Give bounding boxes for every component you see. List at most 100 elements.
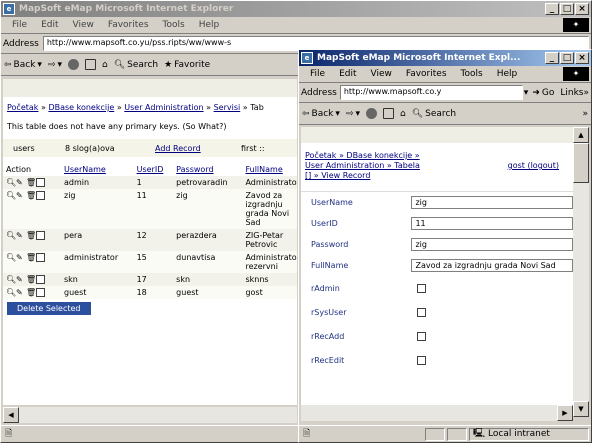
breadcrumb-line1[interactable]: Početak » DBase konekcije » <box>305 151 569 161</box>
fullname-field[interactable]: Zavod za izgradnju grada Novi Sad <box>411 259 573 272</box>
col-username[interactable]: UserName <box>61 163 134 176</box>
minimize-button[interactable]: _ <box>545 52 559 64</box>
front-address-bar: Address http://www.mapsoft.co.y ▾ ➜ Go L… <box>299 83 591 103</box>
chevron-right-icon[interactable]: » <box>582 109 588 119</box>
edit-icon[interactable]: ✎ <box>16 275 24 284</box>
view-icon[interactable]: 🔍︎ <box>6 231 16 240</box>
maximize-button[interactable]: □ <box>560 3 574 15</box>
menu-help[interactable]: Help <box>199 20 220 30</box>
front-vertical-scrollbar[interactable]: ▲ ▼ <box>573 127 589 417</box>
home-icon[interactable]: ⌂ <box>102 60 108 70</box>
forward-button[interactable]: ⇨ ▾ <box>346 109 360 119</box>
delete-icon[interactable]: 🗑︎ <box>26 191 36 200</box>
rrecedit-checkbox[interactable] <box>417 355 426 365</box>
stop-icon[interactable] <box>366 108 378 119</box>
menu-edit[interactable]: Edit <box>41 20 58 30</box>
menu-tools[interactable]: Tools <box>461 69 483 79</box>
col-userid[interactable]: UserID <box>134 163 174 176</box>
breadcrumb-dbase[interactable]: DBase konekcije <box>48 103 114 112</box>
row-checkbox[interactable] <box>36 178 45 187</box>
edit-icon[interactable]: ✎ <box>16 191 24 200</box>
breadcrumb-home[interactable]: Početak <box>7 103 38 112</box>
userid-field[interactable]: 11 <box>411 217 573 230</box>
home-icon[interactable]: ⌂ <box>400 109 406 119</box>
row-actions: 🔍︎ ✎ 🗑︎ <box>6 231 45 240</box>
scroll-thumb[interactable] <box>573 143 589 183</box>
front-title-bar[interactable]: e MapSoft eMap Microsoft Internet Expl..… <box>299 50 591 66</box>
close-button[interactable]: × <box>575 3 589 15</box>
menu-favorites[interactable]: Favorites <box>406 69 447 79</box>
address-dropdown-icon[interactable]: ▾ <box>524 88 529 98</box>
delete-icon[interactable]: 🗑︎ <box>26 231 36 240</box>
row-checkbox[interactable] <box>36 253 45 262</box>
radmin-checkbox[interactable] <box>417 283 426 293</box>
password-field[interactable]: zig <box>411 238 573 251</box>
table-row: 🔍︎ ✎ 🗑︎ admin 1 petrovaradin Administrator <box>3 176 297 189</box>
back-horizontal-scrollbar[interactable]: ◀ <box>3 407 297 423</box>
row-checkbox[interactable] <box>36 288 45 297</box>
pager-first[interactable]: first :: <box>241 144 265 153</box>
rrecadd-checkbox[interactable] <box>417 331 426 341</box>
close-button[interactable]: × <box>575 52 589 64</box>
scroll-right-button[interactable]: ▶ <box>557 405 573 421</box>
search-button[interactable]: 🔍︎ Search <box>412 109 456 119</box>
search-button[interactable]: 🔍︎ Search <box>114 60 158 70</box>
stop-icon[interactable] <box>68 59 80 70</box>
back-title-bar[interactable]: e MapSoft eMap Microsoft Internet Explor… <box>1 1 591 17</box>
scroll-down-button[interactable]: ▼ <box>573 401 589 417</box>
view-icon[interactable]: 🔍︎ <box>6 253 16 262</box>
table-row: 🔍︎ ✎ 🗑︎ administrator 15 dunavtisa Adminis… <box>3 251 297 273</box>
col-fullname[interactable]: FullName <box>242 163 297 176</box>
links-button[interactable]: Links <box>560 88 583 98</box>
edit-icon[interactable]: ✎ <box>16 231 24 240</box>
favorites-button[interactable]: ★ Favorite <box>164 60 210 70</box>
view-icon[interactable]: 🔍︎ <box>6 275 16 284</box>
add-record-link[interactable]: Add Record <box>155 144 241 153</box>
breadcrumb-servisi[interactable]: Servisi <box>214 103 241 112</box>
delete-selected-button[interactable]: Delete Selected <box>7 302 91 315</box>
menu-edit[interactable]: Edit <box>339 69 356 79</box>
menu-view[interactable]: View <box>73 20 94 30</box>
menu-file[interactable]: File <box>310 69 325 79</box>
row-checkbox[interactable] <box>36 191 45 200</box>
delete-icon[interactable]: 🗑︎ <box>26 178 36 187</box>
refresh-icon[interactable] <box>383 108 395 119</box>
maximize-button[interactable]: □ <box>560 52 574 64</box>
view-icon[interactable]: 🔍︎ <box>6 178 16 187</box>
edit-icon[interactable]: ✎ <box>16 253 24 262</box>
address-label: Address <box>3 38 39 49</box>
col-password[interactable]: Password <box>173 163 242 176</box>
menu-tools[interactable]: Tools <box>163 20 185 30</box>
menu-favorites[interactable]: Favorites <box>108 20 149 30</box>
address-input[interactable]: http://www.mapsoft.co.y <box>339 85 523 100</box>
menu-help[interactable]: Help <box>497 69 518 79</box>
menu-file[interactable]: File <box>12 20 27 30</box>
edit-icon[interactable]: ✎ <box>16 178 24 187</box>
row-checkbox[interactable] <box>36 275 45 284</box>
breadcrumb-user-admin[interactable]: User Administration <box>124 103 203 112</box>
back-button[interactable]: ⇦ Back ▾ <box>4 60 42 70</box>
minimize-button[interactable]: _ <box>545 3 559 15</box>
rsysuser-checkbox[interactable] <box>417 307 426 317</box>
delete-icon[interactable]: 🗑︎ <box>26 288 36 297</box>
breadcrumb-line3[interactable]: [] » View Record <box>305 171 569 181</box>
refresh-icon[interactable] <box>85 59 97 70</box>
chevron-right-icon[interactable]: » <box>583 88 589 98</box>
scroll-up-button[interactable]: ▲ <box>573 127 589 143</box>
back-button[interactable]: ⇦ Back ▾ <box>302 109 340 119</box>
delete-icon[interactable]: 🗑︎ <box>26 253 36 262</box>
front-horizontal-scrollbar[interactable]: ▶ <box>301 405 573 421</box>
forward-button[interactable]: ⇨ ▾ <box>48 60 62 70</box>
row-actions: 🔍︎ ✎ 🗑︎ <box>6 191 45 200</box>
edit-icon[interactable]: ✎ <box>16 288 24 297</box>
row-checkbox[interactable] <box>36 231 45 240</box>
page-icon: 🗎︎ <box>5 429 13 439</box>
view-icon[interactable]: 🔍︎ <box>6 288 16 297</box>
scroll-left-button[interactable]: ◀ <box>3 407 19 423</box>
go-button[interactable]: ➜ Go <box>532 88 554 98</box>
username-field[interactable]: zig <box>411 196 573 209</box>
delete-icon[interactable]: 🗑︎ <box>26 275 36 284</box>
view-icon[interactable]: 🔍︎ <box>6 191 16 200</box>
logout-link[interactable]: gost (logout) <box>508 161 559 171</box>
menu-view[interactable]: View <box>371 69 392 79</box>
